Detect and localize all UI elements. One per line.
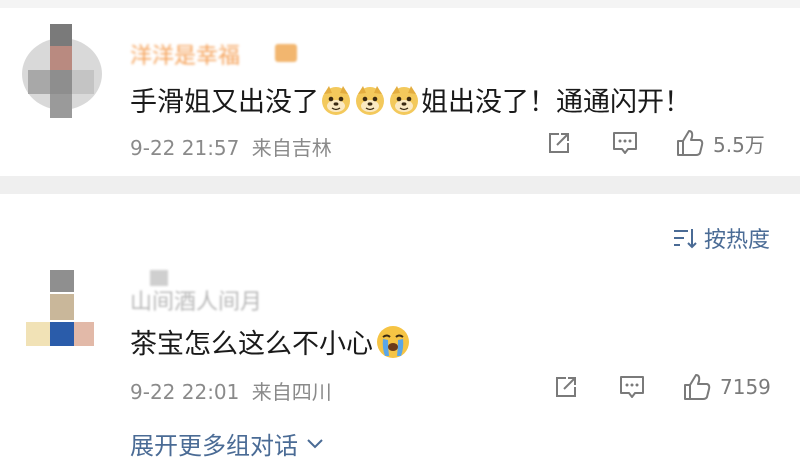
doge-emoji-icon xyxy=(390,85,418,115)
comment-text: 手滑姐又出没了 姐出没了！通通闪开！ xyxy=(130,80,691,119)
doge-emoji-icon xyxy=(356,85,384,115)
username[interactable]: 洋洋是幸福 xyxy=(130,38,240,70)
expand-label: 展开更多组对话 xyxy=(130,432,298,460)
share-icon xyxy=(549,133,569,153)
comment-meta: 9-22 21:57 来自吉林 xyxy=(130,132,332,161)
comment-meta: 9-22 22:01 来自四川 xyxy=(130,376,332,405)
reply-button[interactable] xyxy=(611,130,639,156)
like-button[interactable]: 5.5万 xyxy=(675,128,765,158)
username[interactable]: 山间酒人间月 xyxy=(130,284,262,316)
location: 来自吉林 xyxy=(251,136,332,160)
reply-button[interactable] xyxy=(618,374,646,400)
like-button[interactable]: 7159 xyxy=(682,372,771,402)
share-button[interactable] xyxy=(553,374,579,400)
thumbs-up-icon xyxy=(684,374,711,400)
like-count: 7159 xyxy=(720,375,771,399)
sort-label: 按热度 xyxy=(704,228,771,253)
timestamp: 9-22 22:01 xyxy=(130,380,240,404)
share-button[interactable] xyxy=(546,130,572,156)
comment-icon xyxy=(613,132,637,154)
comment-text-main: 茶宝怎么这么不小心 xyxy=(130,329,373,360)
expand-more-conversations-link[interactable]: 展开更多组对话 xyxy=(130,426,324,461)
share-icon xyxy=(556,377,576,397)
vip-badge-icon xyxy=(275,44,297,62)
avatar[interactable] xyxy=(22,22,102,122)
avatar[interactable] xyxy=(22,266,102,350)
comment-icon xyxy=(620,376,644,398)
sort-by-hot-button[interactable]: 按热度 xyxy=(672,222,770,254)
comment-text: 茶宝怎么这么不小心 xyxy=(130,322,412,361)
chevron-down-icon xyxy=(307,438,323,448)
location: 来自四川 xyxy=(251,380,332,404)
comment-text-part2: 姐出没了！通通闪开！ xyxy=(421,87,691,118)
section-divider xyxy=(0,176,800,194)
doge-emoji-icon xyxy=(322,85,350,115)
sort-icon xyxy=(674,229,697,249)
comment-text-part1: 手滑姐又出没了 xyxy=(130,87,319,118)
timestamp: 9-22 21:57 xyxy=(130,136,240,160)
like-count: 5.5万 xyxy=(713,132,765,157)
top-divider xyxy=(0,0,800,8)
thumbs-up-icon xyxy=(677,130,704,156)
crying-face-emoji-icon xyxy=(377,325,409,358)
